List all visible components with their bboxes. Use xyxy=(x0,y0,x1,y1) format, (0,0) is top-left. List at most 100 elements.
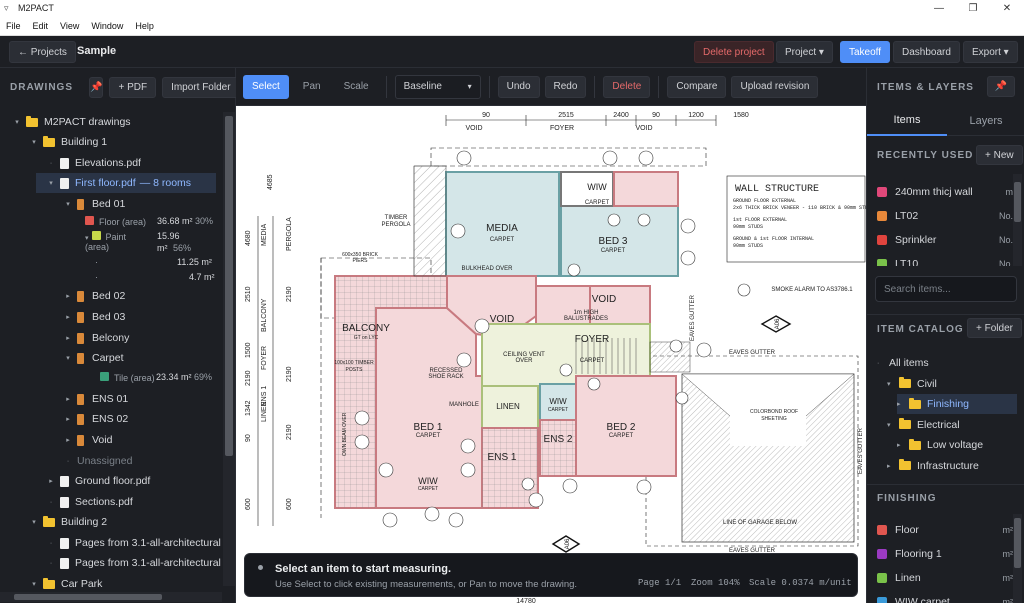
tree-folder[interactable]: ▾ Car Park xyxy=(0,574,102,592)
delete-button[interactable]: Delete xyxy=(603,75,651,98)
chevron-right-icon[interactable]: ▸ xyxy=(63,395,73,403)
chevron-right-icon[interactable]: ▸ xyxy=(63,436,73,444)
recent-item[interactable]: 240mm thicj wall m xyxy=(877,182,1017,202)
chevron-right-icon[interactable]: ▸ xyxy=(63,415,73,423)
measurement-floor-area[interactable]: Floor (area) 36.68 m² 30% xyxy=(85,216,213,227)
drawing-canvas[interactable]: MEDIA CARPET BED 3 CARPET WIW CARPET BAL… xyxy=(236,106,866,603)
menu-view[interactable]: View xyxy=(54,21,85,31)
dashboard-button[interactable]: Dashboard xyxy=(893,41,960,63)
chevron-down-icon[interactable]: ▾ xyxy=(29,138,39,146)
scale-tool-button[interactable]: Scale xyxy=(335,75,378,99)
pan-tool-button[interactable]: Pan xyxy=(294,75,330,99)
menu-file[interactable]: File xyxy=(0,21,27,31)
pin-icon[interactable]: 📌 xyxy=(987,76,1015,97)
tree-room[interactable]: ▾ Carpet xyxy=(0,348,123,368)
catalog-folder[interactable]: ▸ Finishing xyxy=(897,394,1017,414)
add-pdf-button[interactable]: + PDF xyxy=(109,76,157,98)
recent-item[interactable]: LT02 No. xyxy=(877,206,1017,226)
tree-drawing[interactable]: ▸ Ground floor.pdf xyxy=(0,471,150,491)
chevron-down-icon[interactable]: ▾ xyxy=(63,200,73,208)
project-menu-button[interactable]: Project ▾ xyxy=(776,41,833,63)
finishing-item[interactable]: WIW carpet m² xyxy=(877,592,1017,603)
catalog-folder[interactable]: ▾ Civil xyxy=(887,374,1017,394)
tree-room[interactable]: ▸ ENS 02 xyxy=(0,409,128,429)
chevron-down-icon[interactable]: ▾ xyxy=(12,118,22,126)
tree-horizontal-scrollbar[interactable] xyxy=(0,592,222,602)
export-menu-button[interactable]: Export ▾ xyxy=(963,41,1018,63)
chevron-right-icon[interactable]: ▸ xyxy=(897,400,909,408)
tree-room[interactable]: ▸ Bed 03 xyxy=(0,307,125,327)
bullet-icon[interactable]: · xyxy=(46,499,56,506)
tree-drawing[interactable]: ▾ First floor.pdf — 8 rooms xyxy=(36,173,216,193)
chevron-down-icon[interactable]: ▾ xyxy=(887,421,899,429)
catalog-folder[interactable]: ▸ Low voltage xyxy=(897,435,1017,455)
takeoff-button[interactable]: Takeoff xyxy=(840,41,891,63)
import-folder-button[interactable]: Import Folder xyxy=(162,76,240,98)
chevron-right-icon[interactable]: ▸ xyxy=(63,292,73,300)
chevron-right-icon[interactable]: ▸ xyxy=(887,462,899,470)
chevron-right-icon[interactable]: ▸ xyxy=(897,441,909,449)
chevron-down-icon[interactable]: ▾ xyxy=(29,518,39,526)
measurement-sub-area[interactable]: · 11.25 m² xyxy=(95,257,212,267)
catalog-folder[interactable]: ▸ Infrastructure xyxy=(887,456,1017,476)
bullet-icon[interactable]: · xyxy=(63,458,73,465)
compare-button[interactable]: Compare xyxy=(667,75,727,98)
recent-scrollbar[interactable] xyxy=(1013,174,1022,266)
catalog-folder[interactable]: ▾ Electrical xyxy=(887,415,1017,435)
catalog-folder[interactable]: · All items xyxy=(877,353,1017,373)
tree-folder[interactable]: ▾ Building 1 xyxy=(0,132,107,152)
chevron-down-icon[interactable]: ▾ xyxy=(887,380,899,388)
close-icon[interactable]: ✕ xyxy=(990,0,1024,16)
tree-room[interactable]: ▸ ENS 01 xyxy=(0,389,128,409)
finishing-item[interactable]: Flooring 1 m² xyxy=(877,544,1017,564)
tree-room[interactable]: ▸ Bed 02 xyxy=(0,286,125,306)
search-items-input[interactable]: Search items... xyxy=(875,276,1017,302)
floor-plan-drawing[interactable]: MEDIA CARPET BED 3 CARPET WIW CARPET BAL… xyxy=(236,106,866,603)
recent-item[interactable]: LT10 No. xyxy=(877,254,1017,266)
tree-drawing[interactable]: · Pages from 3.1-all-architectural xyxy=(0,533,221,553)
menu-help[interactable]: Help xyxy=(129,21,160,31)
tree-room[interactable]: ▾ Bed 01 xyxy=(0,194,125,214)
menu-window[interactable]: Window xyxy=(85,21,129,31)
tree-vertical-scrollbar[interactable] xyxy=(223,112,235,586)
measurement-tile-area[interactable]: Tile (area) 23.34 m² 69% xyxy=(100,372,212,383)
baseline-select[interactable]: Baseline ▾ xyxy=(394,74,481,99)
chevron-down-icon[interactable]: ▾ xyxy=(46,179,56,187)
tree-folder[interactable]: ▾ M2PACT drawings xyxy=(0,112,131,132)
finishing-item[interactable]: Linen m² xyxy=(877,568,1017,588)
recent-item[interactable]: Sprinkler No. xyxy=(877,230,1017,250)
bullet-icon[interactable]: · xyxy=(46,160,56,167)
tree-room[interactable]: ▸ Void xyxy=(0,430,112,450)
finishing-scrollbar[interactable] xyxy=(1013,514,1022,603)
bullet-icon[interactable]: · xyxy=(46,540,56,547)
tab-items[interactable]: Items xyxy=(867,106,947,136)
chevron-down-icon[interactable]: ▾ xyxy=(63,354,73,362)
select-tool-button[interactable]: Select xyxy=(243,74,289,99)
chevron-right-icon[interactable]: ▸ xyxy=(63,313,73,321)
delete-project-button[interactable]: Delete project xyxy=(694,41,774,63)
measurement-paint-area[interactable]: ▾ Paint 15.96 (area) m² 56% xyxy=(85,231,191,253)
measurement-sub-area[interactable]: · 4.7 m² xyxy=(95,272,215,282)
tree-room[interactable]: ▸ Belcony xyxy=(0,328,129,348)
tree-drawing[interactable]: · Pages from 3.1-all-architectural xyxy=(0,553,221,573)
menu-edit[interactable]: Edit xyxy=(27,21,55,31)
tree-folder[interactable]: ▾ Building 2 xyxy=(0,512,107,532)
tab-layers[interactable]: Layers xyxy=(947,106,1024,136)
redo-button[interactable]: Redo xyxy=(544,75,587,98)
undo-button[interactable]: Undo xyxy=(497,75,540,98)
finishing-item[interactable]: Floor m² xyxy=(877,520,1017,540)
minimize-icon[interactable]: — xyxy=(922,0,956,16)
maximize-icon[interactable]: ❐ xyxy=(956,0,990,16)
bullet-icon[interactable]: · xyxy=(46,560,56,567)
back-to-projects-button[interactable]: ← Projects xyxy=(9,41,76,63)
new-item-button[interactable]: + New xyxy=(976,145,1023,165)
add-folder-button[interactable]: + Folder xyxy=(967,318,1022,338)
tree-drawing[interactable]: · Sections.pdf xyxy=(0,492,133,512)
chevron-right-icon[interactable]: ▸ xyxy=(46,477,56,485)
chevron-down-icon[interactable]: ▾ xyxy=(29,580,39,588)
tree-room[interactable]: · Unassigned xyxy=(0,451,133,471)
pin-icon[interactable]: 📌 xyxy=(89,76,104,98)
chevron-right-icon[interactable]: ▸ xyxy=(63,334,73,342)
tree-drawing[interactable]: · Elevations.pdf xyxy=(0,153,141,173)
bullet-icon[interactable]: · xyxy=(877,360,889,367)
